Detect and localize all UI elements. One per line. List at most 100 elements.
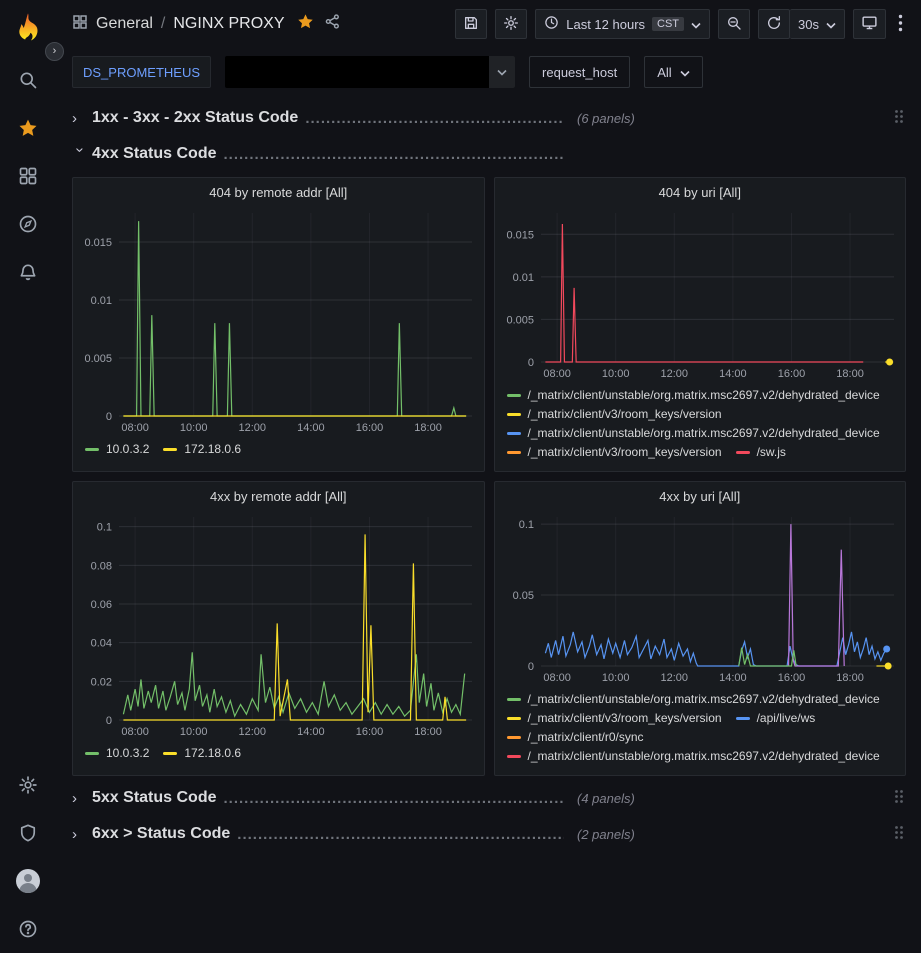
sidebar-item-server-admin[interactable] xyxy=(0,809,56,857)
svg-text:0.01: 0.01 xyxy=(91,295,112,307)
row-1xx-3xx-2xx[interactable]: › 1xx - 3xx - 2xx Status Code ..........… xyxy=(72,104,906,132)
sidebar-item-alerting[interactable] xyxy=(0,248,56,296)
breadcrumb-separator: / xyxy=(161,15,165,33)
legend-swatch xyxy=(507,432,521,435)
legend-swatch xyxy=(507,698,521,701)
legend-item[interactable]: /_matrix/client/unstable/org.matrix.msc2… xyxy=(507,386,880,405)
legend-label: 172.18.0.6 xyxy=(184,744,241,763)
dashboard-settings-button[interactable] xyxy=(495,9,527,39)
legend-item[interactable]: 10.0.3.2 xyxy=(85,440,149,459)
timezone-badge: CST xyxy=(652,17,684,31)
dashboards-grid-icon xyxy=(72,14,88,35)
svg-text:18:00: 18:00 xyxy=(836,368,864,380)
legend-item[interactable]: /_matrix/client/unstable/org.matrix.msc2… xyxy=(507,690,880,709)
legend-swatch xyxy=(507,394,521,397)
svg-text:08:00: 08:00 xyxy=(121,422,149,434)
legend-item[interactable]: /_matrix/client/v3/room_keys/version xyxy=(507,709,722,728)
legend-item[interactable]: 172.18.0.6 xyxy=(163,744,241,763)
legend-item[interactable]: /api/live/ws xyxy=(736,709,816,728)
svg-text:10:00: 10:00 xyxy=(601,368,629,380)
sidebar-item-search[interactable] xyxy=(0,56,56,104)
chevron-right-icon: › xyxy=(72,790,92,807)
help-icon xyxy=(18,919,38,939)
row-6xx[interactable]: › 6xx > Status Code ....................… xyxy=(72,820,906,848)
sidebar-item-configuration[interactable] xyxy=(0,761,56,809)
svg-text:0: 0 xyxy=(527,661,533,673)
svg-text:12:00: 12:00 xyxy=(660,368,688,380)
timeseries-chart[interactable]: 00.050.108:0010:0012:0014:0016:0018:00 xyxy=(495,507,906,688)
drag-handle[interactable] xyxy=(892,107,906,129)
time-range-picker[interactable]: Last 12 hours CST xyxy=(535,9,710,39)
legend: 10.0.3.2 172.18.0.6 xyxy=(73,742,484,767)
search-icon xyxy=(18,70,38,90)
refresh-button[interactable] xyxy=(758,9,790,39)
legend: 10.0.3.2 172.18.0.6 xyxy=(73,438,484,463)
timeseries-chart[interactable]: 00.0050.010.01508:0010:0012:0014:0016:00… xyxy=(73,203,484,438)
legend-item[interactable]: /_matrix/client/r0/sync xyxy=(507,728,644,747)
settings-gear-icon xyxy=(503,15,519,34)
svg-text:0.01: 0.01 xyxy=(512,272,533,284)
svg-text:0.015: 0.015 xyxy=(84,237,112,249)
save-dashboard-button[interactable] xyxy=(455,9,487,39)
legend-label: /_matrix/client/v3/room_keys/version xyxy=(528,443,722,462)
kebab-menu-icon[interactable] xyxy=(894,14,907,35)
share-icon[interactable] xyxy=(324,13,341,35)
row-5xx[interactable]: › 5xx Status Code ......................… xyxy=(72,784,906,812)
refresh-interval-select[interactable]: 30s xyxy=(790,9,845,39)
datasource-variable-select[interactable] xyxy=(225,56,515,88)
legend-item[interactable]: /sw.js xyxy=(736,443,786,462)
sidebar-item-profile[interactable] xyxy=(0,857,56,905)
legend-label: /sw.js xyxy=(757,443,786,462)
panel-title[interactable]: 404 by uri [All] xyxy=(495,178,906,203)
legend-swatch xyxy=(507,451,521,454)
sidebar-item-help[interactable] xyxy=(0,905,56,953)
sidebar-item-dashboards[interactable] xyxy=(0,152,56,200)
svg-text:0.06: 0.06 xyxy=(91,599,112,611)
request-host-label: request_host xyxy=(529,56,630,88)
svg-text:0.1: 0.1 xyxy=(518,519,533,531)
legend-label: /_matrix/client/v3/room_keys/version xyxy=(528,405,722,424)
save-icon xyxy=(463,15,479,34)
panel-title[interactable]: 404 by remote addr [All] xyxy=(73,178,484,203)
timeseries-chart[interactable]: 00.0050.010.01508:0010:0012:0014:0016:00… xyxy=(495,203,906,384)
panel-4xx-by-remote-addr: 4xx by remote addr [All] 00.020.040.060.… xyxy=(72,481,485,776)
svg-text:12:00: 12:00 xyxy=(239,726,267,738)
datasource-variable-label[interactable]: DS_PROMETHEUS xyxy=(72,56,211,88)
svg-text:16:00: 16:00 xyxy=(777,368,805,380)
drag-handle[interactable] xyxy=(892,787,906,809)
sidebar-expand-button[interactable]: › xyxy=(45,42,64,61)
legend-item[interactable]: /_matrix/client/unstable/org.matrix.msc2… xyxy=(507,747,880,766)
row-4xx[interactable]: › 4xx Status Code ......................… xyxy=(72,140,906,168)
refresh-interval-value: 30s xyxy=(798,17,819,32)
legend-item[interactable]: /_matrix/client/unstable/org.matrix.msc2… xyxy=(507,424,880,443)
svg-text:18:00: 18:00 xyxy=(836,672,864,684)
breadcrumb-section[interactable]: General xyxy=(96,15,153,33)
panel-title[interactable]: 4xx by uri [All] xyxy=(495,482,906,507)
zoom-out-button[interactable] xyxy=(718,9,750,39)
sidebar-item-explore[interactable] xyxy=(0,200,56,248)
time-range-label: Last 12 hours xyxy=(566,17,645,32)
timeseries-chart[interactable]: 00.020.040.060.080.108:0010:0012:0014:00… xyxy=(73,507,484,742)
legend-item[interactable]: 10.0.3.2 xyxy=(85,744,149,763)
legend-item[interactable]: /_matrix/client/v3/room_keys/version xyxy=(507,405,722,424)
request-host-value: All xyxy=(657,65,671,80)
star-icon xyxy=(18,118,38,138)
legend: /_matrix/client/unstable/org.matrix.msc2… xyxy=(495,688,906,770)
legend-label: /_matrix/client/r0/sync xyxy=(528,728,644,747)
legend-item[interactable]: 172.18.0.6 xyxy=(163,440,241,459)
topbar: General / NGINX PROXY xyxy=(56,0,921,48)
legend-item[interactable]: /_matrix/client/v3/room_keys/version xyxy=(507,443,722,462)
drag-handle[interactable] xyxy=(892,823,906,845)
legend-swatch xyxy=(507,413,521,416)
request-host-select[interactable]: All xyxy=(644,56,702,88)
tv-mode-button[interactable] xyxy=(853,9,886,39)
legend-label: /_matrix/client/unstable/org.matrix.msc2… xyxy=(528,386,880,405)
row-title: 6xx > Status Code xyxy=(92,825,230,843)
favorite-star-icon[interactable] xyxy=(297,13,314,35)
sidebar-item-starred[interactable] xyxy=(0,104,56,152)
svg-text:18:00: 18:00 xyxy=(414,726,442,738)
panel-404-by-remote-addr: 404 by remote addr [All] 00.0050.010.015… xyxy=(72,177,485,472)
legend-swatch xyxy=(507,755,521,758)
svg-text:0.05: 0.05 xyxy=(512,590,533,602)
panel-title[interactable]: 4xx by remote addr [All] xyxy=(73,482,484,507)
